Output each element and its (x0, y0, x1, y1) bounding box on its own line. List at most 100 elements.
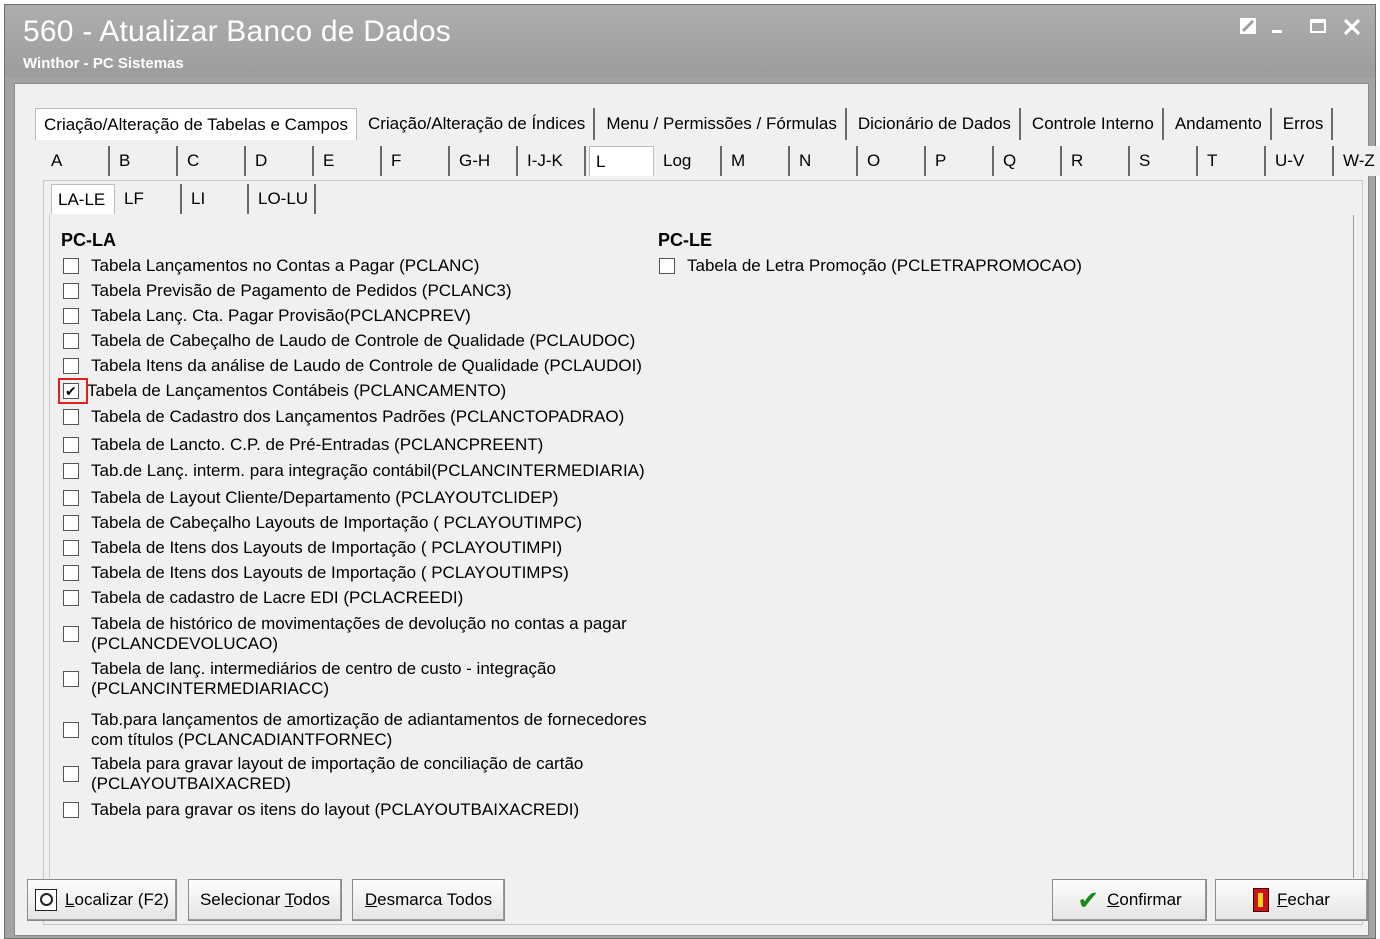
checkbox[interactable] (63, 409, 79, 425)
checkbox[interactable] (63, 590, 79, 606)
close-icon[interactable] (1341, 17, 1363, 39)
list-item[interactable]: Tabela de Layout Cliente/Departamento (P… (63, 488, 558, 508)
tab-letter-l[interactable]: L (589, 146, 654, 176)
tab-controle-interno[interactable]: Controle Interno (1023, 108, 1164, 140)
checkbox-label: Tabela de Cabeçalho Layouts de Importaçã… (91, 513, 583, 532)
list-item[interactable]: Tabela de cadastro de Lacre EDI (PCLACRE… (63, 588, 463, 608)
tab-letter-g-h[interactable]: G-H (453, 146, 518, 176)
tab-letter-e[interactable]: E (317, 146, 382, 176)
list-item[interactable]: Tabela Previsão de Pagamento de Pedidos … (63, 281, 512, 301)
checkbox-label: Tab.de Lanç. interm. para integração con… (91, 461, 645, 480)
checkbox-wrapper (58, 378, 91, 404)
checkbox-checked[interactable] (63, 383, 79, 399)
restore-icon[interactable] (1237, 17, 1259, 39)
tab-lf[interactable]: LF (118, 184, 182, 214)
tab-criacao-tabelas[interactable]: Criação/Alteração de Tabelas e Campos (35, 108, 357, 140)
checkbox[interactable] (63, 258, 79, 274)
tab-letter-u-v[interactable]: U-V (1269, 146, 1334, 176)
checkbox[interactable] (63, 333, 79, 349)
list-item[interactable]: Tab.de Lanç. interm. para integração con… (63, 461, 645, 481)
list-item[interactable]: Tabela Lançamentos no Contas a Pagar (PC… (63, 256, 479, 276)
tab-erros[interactable]: Erros (1274, 108, 1334, 140)
tab-li[interactable]: LI (185, 184, 249, 214)
window-subtitle: Winthor - PC Sistemas (23, 55, 184, 72)
selecionar-todos-button[interactable]: Selecionar Todos (188, 879, 342, 921)
list-item[interactable]: Tabela para gravar os itens do layout (P… (63, 800, 579, 820)
tab-andamento[interactable]: Andamento (1166, 108, 1272, 140)
checkbox-label: Tabela de cadastro de Lacre EDI (PCLACRE… (91, 588, 464, 607)
localizar-button[interactable]: Localizar (F2) (27, 879, 177, 921)
tab-letter-c[interactable]: C (181, 146, 246, 176)
client-area: Criação/Alteração de Tabelas e Campos Cr… (14, 83, 1380, 936)
main-tabs: Criação/Alteração de Tabelas e Campos Cr… (35, 108, 1336, 140)
tab-letter-m[interactable]: M (725, 146, 790, 176)
tab-letter-p[interactable]: P (929, 146, 994, 176)
desmarca-todos-button[interactable]: Desmarca Todos (352, 879, 505, 921)
checkbox[interactable] (63, 722, 79, 738)
app-window: 560 - Atualizar Banco de Dados Winthor -… (4, 4, 1380, 939)
tab-letter-s[interactable]: S (1133, 146, 1198, 176)
label-line: (PCLANCINTERMEDIARIACC) (91, 679, 330, 698)
checkbox[interactable] (63, 626, 79, 642)
checkbox-label: Tabela para gravar layout de importação … (91, 754, 583, 794)
list-item[interactable]: Tabela Lanç. Cta. Pagar Provisão(PCLANCP… (63, 306, 471, 326)
tab-letter-b[interactable]: B (113, 146, 178, 176)
checkbox-label: Tabela de Cadastro dos Lançamentos Padrõ… (91, 407, 625, 426)
checkbox[interactable] (63, 766, 79, 782)
tab-letter-t[interactable]: T (1201, 146, 1266, 176)
checkbox-label: Tabela Lanç. Cta. Pagar Provisão(PCLANCP… (91, 306, 471, 325)
tab-log[interactable]: Log (657, 146, 722, 176)
checkbox[interactable] (63, 437, 79, 453)
list-item[interactable]: Tabela de Itens dos Layouts de Importaçã… (63, 538, 562, 558)
tab-letter-d[interactable]: D (249, 146, 314, 176)
tab-letter-q[interactable]: Q (997, 146, 1062, 176)
desmarca-label: Desmarca Todos (364, 890, 493, 909)
checkbox[interactable] (659, 258, 675, 274)
checkbox[interactable] (63, 802, 79, 818)
list-item[interactable]: Tabela de Letra Promoção (PCLETRAPROMOCA… (659, 256, 1082, 276)
title-bar[interactable]: 560 - Atualizar Banco de Dados Winthor -… (5, 5, 1375, 77)
tab-letter-r[interactable]: R (1065, 146, 1130, 176)
checkbox[interactable] (63, 490, 79, 506)
list-item[interactable]: Tabela de Itens dos Layouts de Importaçã… (63, 563, 569, 583)
tab-la-le[interactable]: LA-LE (51, 184, 115, 214)
tab-criacao-indices[interactable]: Criação/Alteração de Índices (359, 108, 596, 140)
checkbox[interactable] (63, 308, 79, 324)
checkbox[interactable] (63, 283, 79, 299)
checkbox[interactable] (63, 358, 79, 374)
checkbox-label: Tabela de Layout Cliente/Departamento (P… (91, 488, 559, 507)
tab-letter-o[interactable]: O (861, 146, 926, 176)
list-item[interactable]: Tab.para lançamentos de amortização de a… (63, 710, 647, 750)
checkbox[interactable] (63, 540, 79, 556)
tab-menu-permissoes[interactable]: Menu / Permissões / Fórmulas (598, 108, 847, 140)
checkbox[interactable] (63, 463, 79, 479)
tab-letter-i-j-k[interactable]: I-J-K (521, 146, 586, 176)
tab-letter-f[interactable]: F (385, 146, 450, 176)
checkbox-label: Tabela de Itens dos Layouts de Importaçã… (91, 538, 563, 557)
list-item-checked[interactable]: Tabela de Lançamentos Contábeis (PCLANCA… (58, 378, 506, 404)
checkbox[interactable] (63, 671, 79, 687)
list-item[interactable]: Tabela de Lancto. C.P. de Pré-Entradas (… (63, 435, 543, 455)
label-line: Tab.para lançamentos de amortização de a… (91, 710, 647, 729)
list-item[interactable]: Tabela Itens da análise de Laudo de Cont… (63, 356, 642, 376)
tab-letter-w-z[interactable]: W-Z (1337, 146, 1380, 176)
tab-dicionario-dados[interactable]: Dicionário de Dados (849, 108, 1021, 140)
checkbox[interactable] (63, 565, 79, 581)
list-item[interactable]: Tabela para gravar layout de importação … (63, 754, 583, 794)
list-item[interactable]: Tabela de Cadastro dos Lançamentos Padrõ… (63, 407, 624, 427)
list-item[interactable]: Tabela de Cabeçalho Layouts de Importaçã… (63, 513, 582, 533)
fechar-button[interactable]: Fechar (1215, 879, 1368, 921)
list-item[interactable]: Tabela de histórico de movimentações de … (63, 614, 627, 654)
tab-lo-lu[interactable]: LO-LU (252, 184, 316, 214)
search-icon (35, 889, 58, 911)
confirmar-button[interactable]: ✔ Confirmar (1052, 879, 1207, 921)
label-line: (PCLAYOUTBAIXACRED) (91, 774, 291, 793)
checkbox[interactable] (63, 515, 79, 531)
minimize-icon[interactable] (1267, 17, 1289, 39)
list-item[interactable]: Tabela de lanç. intermediários de centro… (63, 659, 556, 699)
checkbox-label: Tabela de Letra Promoção (PCLETRAPROMOCA… (687, 256, 1082, 275)
tab-letter-a[interactable]: A (45, 146, 110, 176)
list-item[interactable]: Tabela de Cabeçalho de Laudo de Controle… (63, 331, 635, 351)
maximize-icon[interactable] (1307, 17, 1329, 39)
tab-letter-n[interactable]: N (793, 146, 858, 176)
